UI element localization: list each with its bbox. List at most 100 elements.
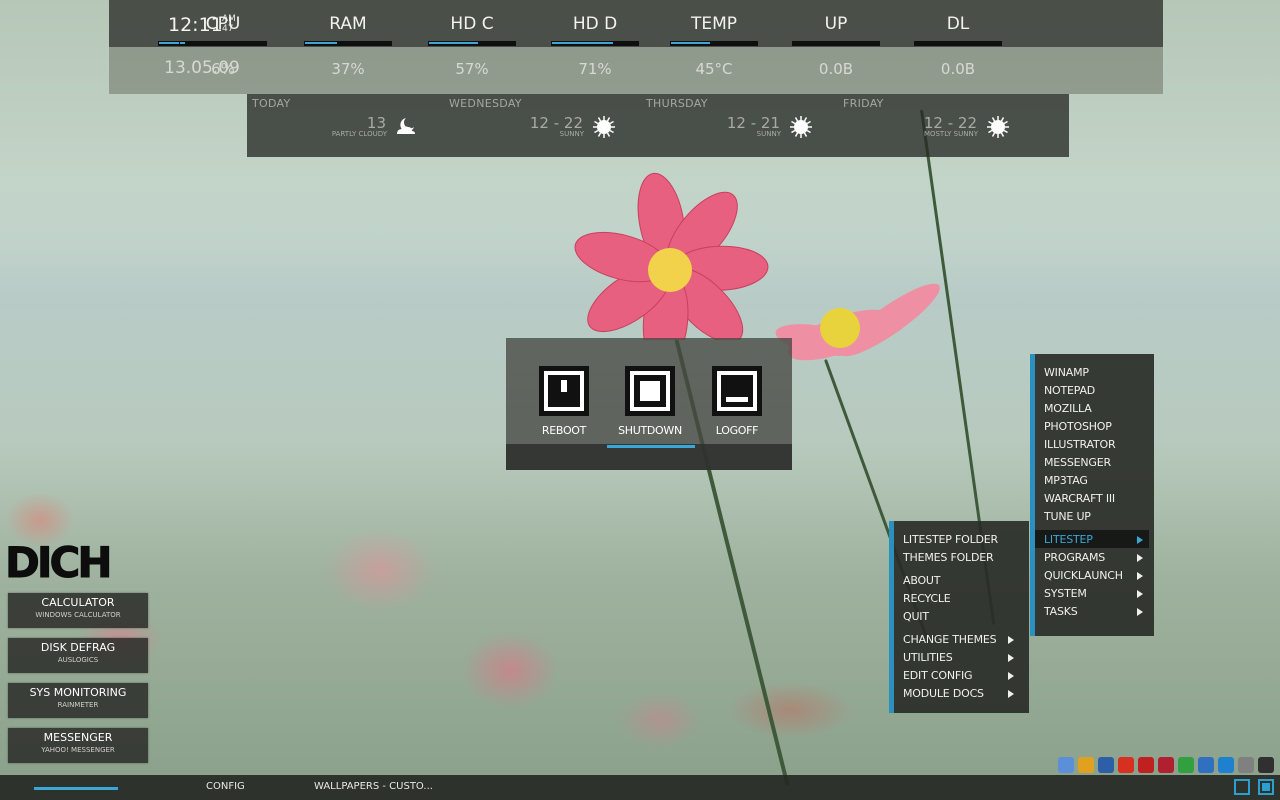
menu-item-mp3tag[interactable]: MP3TAG — [1044, 474, 1088, 487]
litestep-programs-menu: WINAMP NOTEPAD MOZILLA PHOTOSHOP ILLUSTRATOR… — [1030, 354, 1154, 636]
menu-item-tune-up[interactable]: TUNE UP — [1044, 510, 1091, 523]
launcher-button-sys-monitoring[interactable]: SYS MONITORING RAINMETER — [8, 683, 148, 718]
weather-widget: TODAY 13 PARTLY CLOUDY WEDNESDAY 12 - 22 SUNN… — [247, 94, 1069, 157]
system-stats-bar: 12:11 AM 47 13.05.09 CPU 6% RAM 37% HD C 57% HD… — [109, 0, 1163, 94]
menu-item-notepad[interactable]: NOTEPAD — [1044, 384, 1095, 397]
menu-item-litestep[interactable]: LITESTEP — [1044, 533, 1093, 546]
meter-label: HD D — [572, 14, 618, 34]
taskbar: CONFIG WALLPAPERS - CUSTO... — [0, 775, 1280, 800]
meter-label: HD C — [450, 14, 494, 34]
menu-item-utilities[interactable]: UTILITIES — [903, 651, 953, 664]
logoff-icon — [717, 371, 757, 411]
weather-condition: SUNNY — [756, 130, 781, 138]
sun-icon — [788, 114, 814, 140]
weather-day-name: FRIDAY — [843, 97, 884, 110]
shutdown-button[interactable]: SHUTDOWN — [614, 366, 686, 446]
meter-value: 71% — [578, 60, 612, 78]
weather-condition: MOSTLY SUNNY — [923, 130, 978, 138]
power-panel: REBOOT SHUTDOWN LOGOFF — [506, 338, 792, 470]
meter-bar — [914, 41, 1002, 46]
launcher-title: DICH — [4, 538, 112, 587]
menu-item-module-docs[interactable]: MODULE DOCS — [903, 687, 984, 700]
meter-bar — [179, 41, 267, 46]
weather-day: THURSDAY 12 - 21 SUNNY — [641, 94, 838, 157]
messenger-icon[interactable] — [1058, 757, 1074, 773]
meter-value: 37% — [331, 60, 365, 78]
sun-icon — [591, 114, 617, 140]
close-app-icon[interactable] — [1138, 757, 1154, 773]
submenu-arrow-icon — [1008, 636, 1014, 644]
menu-item-tasks[interactable]: TASKS — [1044, 605, 1078, 618]
menu-item-mozilla[interactable]: MOZILLA — [1044, 402, 1092, 415]
logoff-button[interactable]: LOGOFF — [701, 366, 773, 446]
submenu-arrow-icon — [1008, 690, 1014, 698]
menu-item-about[interactable]: ABOUT — [903, 574, 941, 587]
litestep-main-menu: LITESTEP FOLDER THEMES FOLDER ABOUT RECYCLE… — [889, 521, 1029, 713]
reboot-button[interactable]: REBOOT — [528, 366, 600, 446]
network-icon[interactable] — [1098, 757, 1114, 773]
logoff-label: LOGOFF — [715, 424, 759, 437]
submenu-arrow-icon — [1137, 554, 1143, 562]
launcher-button-calculator[interactable]: CALCULATOR WINDOWS CALCULATOR — [8, 593, 148, 628]
launcher-button-subtitle: RAINMETER — [57, 701, 99, 709]
meter-bar — [304, 41, 392, 46]
menu-item-illustrator[interactable]: ILLUSTRATOR — [1044, 438, 1116, 451]
menu-item-system[interactable]: SYSTEM — [1044, 587, 1087, 600]
weather-day: TODAY 13 PARTLY CLOUDY — [247, 94, 444, 157]
menu-item-quicklaunch[interactable]: QUICKLAUNCH — [1044, 569, 1123, 582]
submenu-arrow-icon — [1008, 672, 1014, 680]
menu-item-change-themes[interactable]: CHANGE THEMES — [903, 633, 997, 646]
menu-item-programs[interactable]: PROGRAMS — [1044, 551, 1105, 564]
menu-item-edit-config[interactable]: EDIT CONFIG — [903, 669, 973, 682]
meter-ram: RAM 37% — [304, 0, 392, 94]
weather-day: FRIDAY 12 - 22 MOSTLY SUNNY — [838, 94, 1035, 157]
meter-label: UP — [824, 14, 848, 34]
shutdown-label: SHUTDOWN — [618, 424, 682, 437]
star-icon[interactable] — [1258, 757, 1274, 773]
launcher-button-title: SYS MONITORING — [29, 686, 127, 699]
meter-hd-c: HD C 57% — [428, 0, 516, 94]
weather-day-name: THURSDAY — [646, 97, 708, 110]
menu-item-messenger[interactable]: MESSENGER — [1044, 456, 1111, 469]
partly-cloudy-night-icon — [394, 114, 420, 140]
desktop-toggle-button[interactable] — [1234, 779, 1250, 795]
meter-cpu: CPU 6% — [179, 0, 267, 94]
task-switch-button[interactable] — [1258, 779, 1274, 795]
taskbar-indicator — [34, 787, 118, 790]
meter-value: 57% — [455, 60, 489, 78]
update-icon[interactable] — [1078, 757, 1094, 773]
weather-day: WEDNESDAY 12 - 22 SUNNY — [444, 94, 641, 157]
launcher-button-subtitle: YAHOO! MESSENGER — [41, 746, 115, 754]
meter-dl: DL 0.0B — [914, 0, 1002, 94]
shutdown-selection-underline — [607, 445, 695, 448]
menu-item-recycle[interactable]: RECYCLE — [903, 592, 951, 605]
menu-item-themes-folder[interactable]: THEMES FOLDER — [903, 551, 994, 564]
taskbar-task-wallpapers[interactable]: WALLPAPERS - CUSTO... — [314, 781, 433, 792]
meter-hd-d: HD D 71% — [551, 0, 639, 94]
launcher-button-title: MESSENGER — [43, 731, 113, 744]
meter-label: RAM — [329, 14, 367, 34]
menu-item-warcraft-iii[interactable]: WARCRAFT III — [1044, 492, 1115, 505]
launcher-button-disk-defrag[interactable]: DISK DEFRAG AUSLOGICS — [8, 638, 148, 673]
menu-item-quit[interactable]: QUIT — [903, 610, 929, 623]
meter-bar — [792, 41, 880, 46]
opera-icon[interactable] — [1118, 757, 1134, 773]
radio-icon[interactable] — [1218, 757, 1234, 773]
menu-item-litestep-folder[interactable]: LITESTEP FOLDER — [903, 533, 998, 546]
launcher-button-messenger[interactable]: MESSENGER YAHOO! MESSENGER — [8, 728, 148, 763]
meter-bar — [670, 41, 758, 46]
submenu-arrow-icon — [1137, 590, 1143, 598]
antivirus-icon[interactable] — [1158, 757, 1174, 773]
weather-condition: PARTLY CLOUDY — [331, 130, 387, 138]
menu-item-winamp[interactable]: WINAMP — [1044, 366, 1089, 379]
wifi-icon[interactable] — [1178, 757, 1194, 773]
menu-item-photoshop[interactable]: PHOTOSHOP — [1044, 420, 1112, 433]
launcher-button-subtitle: WINDOWS CALCULATOR — [35, 611, 121, 619]
dialup-icon[interactable] — [1198, 757, 1214, 773]
weather-day-name: TODAY — [252, 97, 291, 110]
launcher-button-title: CALCULATOR — [41, 596, 115, 609]
taskbar-config-button[interactable]: CONFIG — [206, 781, 245, 792]
launcher-button-title: DISK DEFRAG — [40, 641, 116, 654]
usb-icon[interactable] — [1238, 757, 1254, 773]
launcher-button-subtitle: AUSLOGICS — [57, 656, 99, 664]
